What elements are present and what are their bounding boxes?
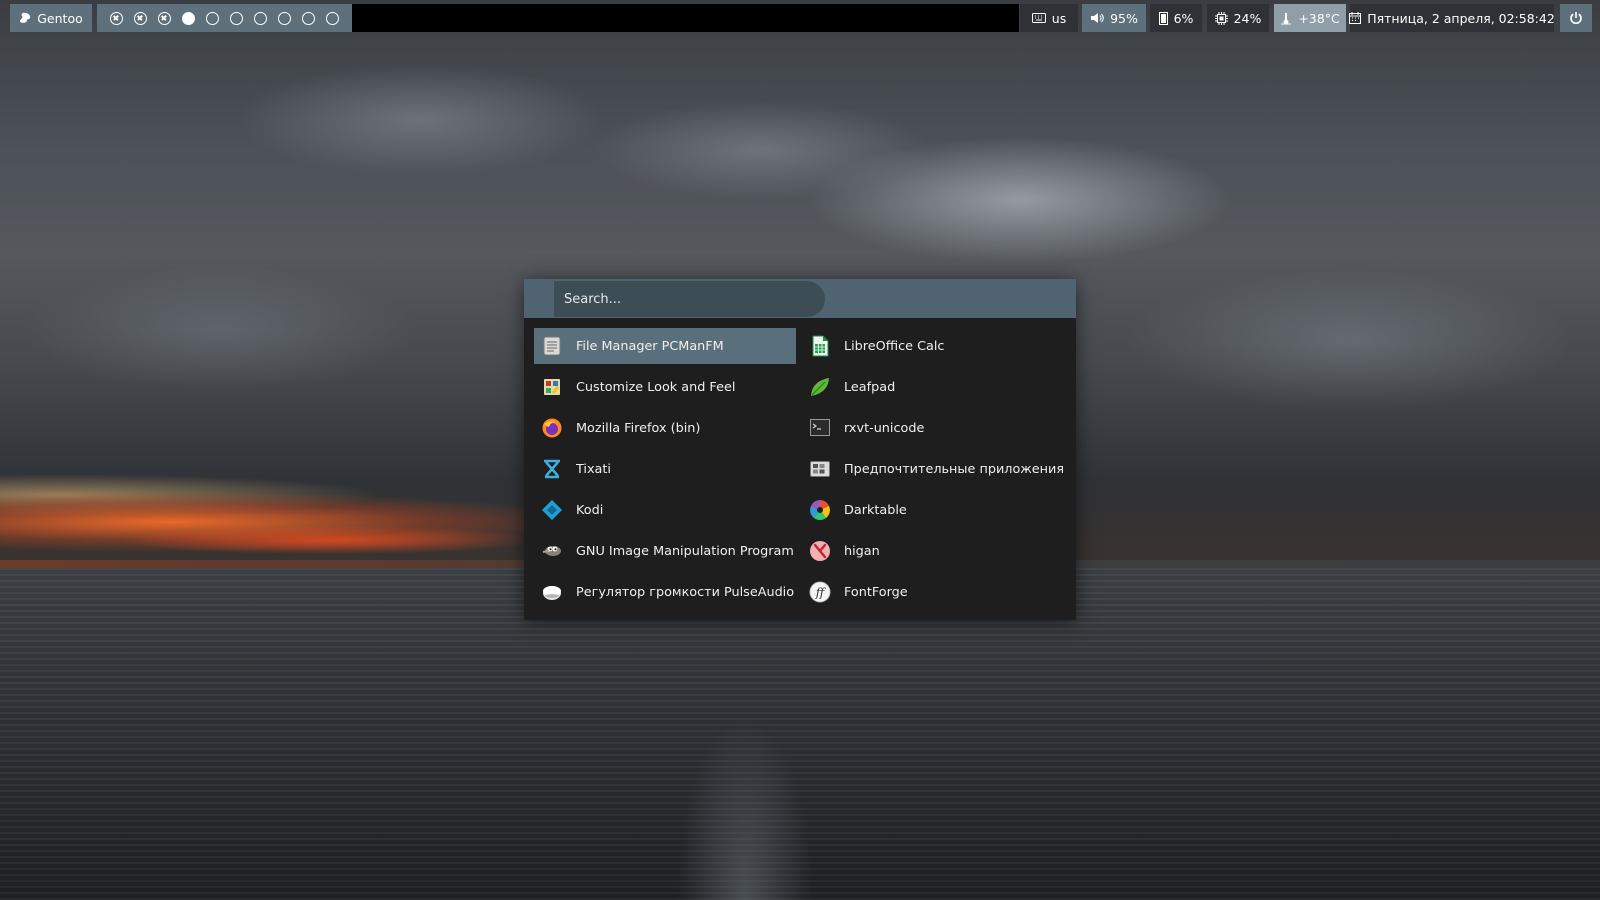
darktable-icon [808,498,832,522]
workspace-4[interactable] [182,11,195,25]
memory-icon [1158,11,1168,25]
app-label: Регулятор громкости PulseAudio [576,584,795,600]
firefox-icon [540,416,564,440]
app-launcher: File Manager PCManFM Customize Look and … [524,279,1076,620]
app-item-higan[interactable]: higan [802,533,1064,569]
speaker-icon [1090,12,1104,24]
libreoffice-calc-icon [808,334,832,358]
gimp-icon [540,539,564,563]
keyboard-icon [1031,13,1046,23]
memory-value: 6% [1173,10,1194,26]
window-title-area [352,4,1019,32]
app-label: GNU Image Manipulation Program [576,543,794,559]
app-item-preferred-apps[interactable]: Предпочтительные приложения [802,451,1064,487]
workspace-3[interactable] [158,11,171,25]
kodi-icon [540,498,564,522]
keyboard-layout-indicator[interactable]: us [1020,4,1078,32]
clock-widget[interactable]: Пятница, 2 апреля, 02:58:42 [1349,4,1555,32]
terminal-icon [808,416,832,440]
workspace-7[interactable] [254,11,267,25]
volume-indicator[interactable]: 95% [1082,4,1146,32]
leafpad-icon [808,375,832,399]
app-label: Leafpad [844,379,896,395]
keyboard-layout-label: us [1051,10,1067,26]
app-item-rxvt-unicode[interactable]: rxvt-unicode [802,410,1064,446]
app-item-customize-look[interactable]: Customize Look and Feel [534,369,796,405]
app-label: higan [844,543,880,559]
app-label: FontForge [844,584,908,600]
app-item-fontforge[interactable]: ff FontForge [802,574,1064,610]
top-panel: Gentoo us 95% 6% 24% +38°C Пятница, 2 ап… [0,0,1600,38]
app-item-tixati[interactable]: Tixati [534,451,796,487]
power-icon [1569,11,1583,25]
preferred-apps-icon [808,457,832,481]
file-manager-icon [540,334,564,358]
calendar-icon [1349,12,1362,24]
memory-indicator: 6% [1150,4,1202,32]
workspace-switcher [97,4,352,32]
launcher-search-bar [524,279,1076,318]
tixati-icon [540,457,564,481]
search-input[interactable] [554,281,825,317]
app-item-leafpad[interactable]: Leafpad [802,369,1064,405]
workspace-9[interactable] [302,11,315,25]
app-item-darktable[interactable]: Darktable [802,492,1064,528]
app-item-pulseaudio[interactable]: Регулятор громкости PulseAudio [534,574,796,610]
app-label: Tixati [576,461,611,477]
app-label: Kodi [576,502,604,518]
cpu-indicator: 24% [1207,4,1269,32]
workspace-1[interactable] [110,11,123,25]
distro-label: Gentoo [37,10,83,26]
cpu-value: 24% [1233,10,1262,26]
app-label: Customize Look and Feel [576,379,736,395]
app-label: LibreOffice Calc [844,338,945,354]
datetime-label: Пятница, 2 апреля, 02:58:42 [1367,10,1555,26]
workspace-8[interactable] [278,11,291,25]
workspace-5[interactable] [206,11,219,25]
workspace-2[interactable] [134,11,147,25]
workspace-6[interactable] [230,11,243,25]
cpu-chip-icon [1214,11,1228,25]
temperature-value: +38°C [1298,10,1340,26]
thermometer-icon [1280,12,1292,25]
higan-icon [808,539,832,563]
appearance-icon [540,375,564,399]
fontforge-icon: ff [808,580,832,604]
temperature-indicator: +38°C [1274,4,1346,32]
app-label: rxvt-unicode [844,420,925,436]
app-item-kodi[interactable]: Kodi [534,492,796,528]
app-label: File Manager PCManFM [576,338,724,354]
distro-menu-button[interactable]: Gentoo [10,4,92,32]
app-label: Предпочтительные приложения [844,461,1065,477]
pulseaudio-icon [540,580,564,604]
app-item-firefox[interactable]: Mozilla Firefox (bin) [534,410,796,446]
workspace-10[interactable] [326,11,339,25]
gentoo-logo-icon [19,12,31,24]
volume-value: 95% [1110,10,1138,26]
app-item-file-manager[interactable]: File Manager PCManFM [534,328,796,364]
app-item-gimp[interactable]: GNU Image Manipulation Program [534,533,796,569]
app-item-libreoffice-calc[interactable]: LibreOffice Calc [802,328,1064,364]
app-label: Darktable [844,502,907,518]
power-button[interactable] [1560,4,1592,32]
app-label: Mozilla Firefox (bin) [576,420,701,436]
